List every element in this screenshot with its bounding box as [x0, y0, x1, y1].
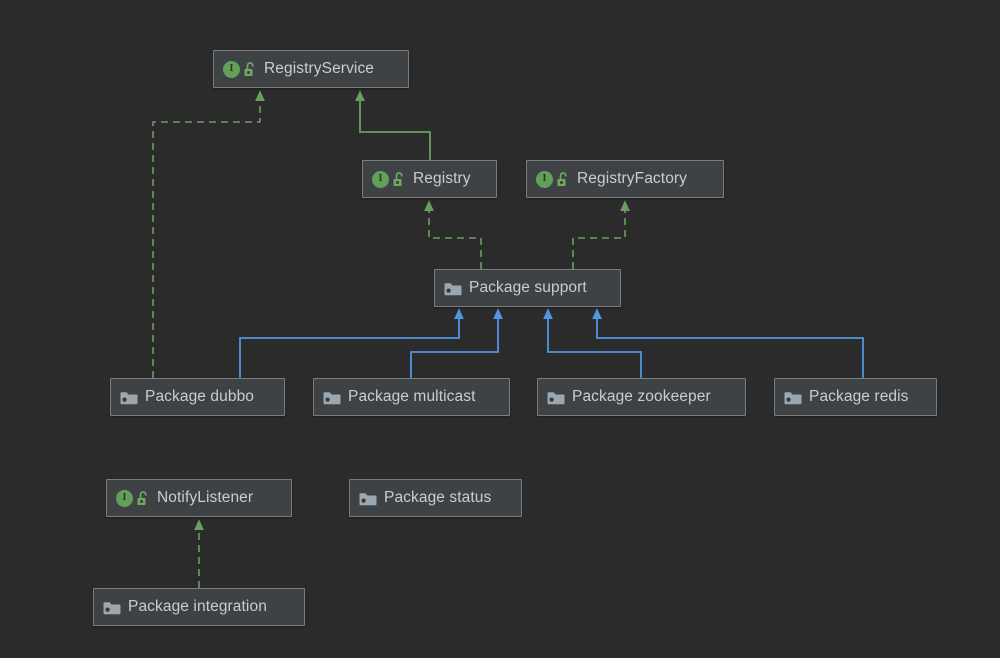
folder-icon: [547, 390, 565, 405]
node-label: Package support: [469, 280, 587, 296]
unlock-icon: [392, 171, 406, 188]
node-label: Package zookeeper: [572, 389, 711, 405]
diagram-node-notifyListener[interactable]: I NotifyListener: [106, 479, 292, 517]
diagram-node-packageZookeeper[interactable]: Package zookeeper: [537, 378, 746, 416]
edge-support-to-registryfactory: [573, 210, 625, 269]
interface-icon: I: [372, 171, 389, 188]
node-label: Package redis: [809, 389, 909, 405]
edge-registry-to-registryservice: [360, 100, 430, 160]
node-label: Registry: [413, 171, 471, 187]
node-label: Package dubbo: [145, 389, 254, 405]
node-label: NotifyListener: [157, 490, 253, 506]
diagram-node-packageStatus[interactable]: Package status: [349, 479, 522, 517]
unlock-icon: [136, 490, 150, 507]
folder-icon: [444, 281, 462, 296]
edge-redis-to-support: [597, 318, 863, 378]
edge-dubbo-to-registryservice: [153, 100, 260, 378]
interface-icon: I: [116, 490, 133, 507]
diagram-node-packageMulticast[interactable]: Package multicast: [313, 378, 510, 416]
edge-dubbo-to-support: [240, 318, 459, 378]
interface-icon: I: [536, 171, 553, 188]
interface-icon: I: [223, 61, 240, 78]
folder-icon: [323, 390, 341, 405]
diagram-edges-layer: [0, 0, 1000, 658]
diagram-node-packageSupport[interactable]: Package support: [434, 269, 621, 307]
edge-multicast-to-support: [411, 318, 498, 378]
node-label: RegistryService: [264, 61, 374, 77]
edge-zookeeper-to-support: [548, 318, 641, 378]
folder-icon: [784, 390, 802, 405]
diagram-node-packageRedis[interactable]: Package redis: [774, 378, 937, 416]
diagram-node-packageDubbo[interactable]: Package dubbo: [110, 378, 285, 416]
folder-icon: [103, 600, 121, 615]
uml-diagram-canvas[interactable]: I RegistryService I Registry I RegistryFactor…: [0, 0, 1000, 658]
edge-support-to-registry: [429, 210, 481, 269]
unlock-icon: [556, 171, 570, 188]
diagram-node-registryService[interactable]: I RegistryService: [213, 50, 409, 88]
node-label: Package status: [384, 490, 491, 506]
diagram-node-registryFactory[interactable]: I RegistryFactory: [526, 160, 724, 198]
diagram-node-registry[interactable]: I Registry: [362, 160, 497, 198]
node-label: Package integration: [128, 599, 267, 615]
folder-icon: [359, 491, 377, 506]
unlock-icon: [243, 61, 257, 78]
node-label: Package multicast: [348, 389, 475, 405]
folder-icon: [120, 390, 138, 405]
node-label: RegistryFactory: [577, 171, 687, 187]
diagram-node-packageIntegration[interactable]: Package integration: [93, 588, 305, 626]
